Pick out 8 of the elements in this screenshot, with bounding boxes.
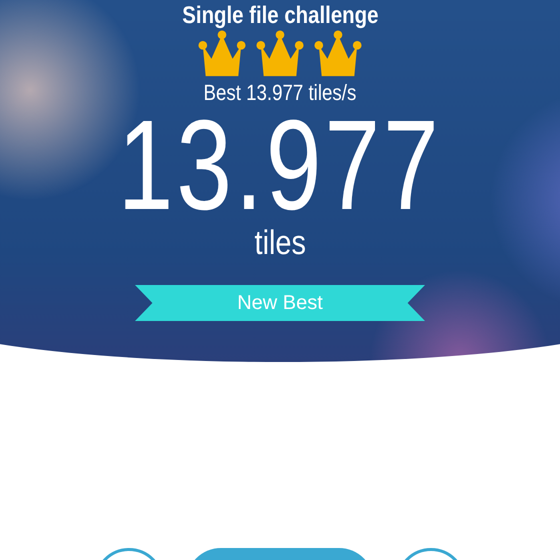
challenge-title: Single file challenge bbox=[182, 2, 378, 30]
score-unit: tiles bbox=[254, 224, 306, 263]
score-value: 13.977 bbox=[118, 108, 442, 224]
new-best-ribbon: New Best bbox=[135, 285, 425, 321]
crown-icon bbox=[197, 30, 247, 78]
crown-icon bbox=[313, 30, 363, 78]
best-score: Best 13.977 tiles/s bbox=[204, 80, 356, 106]
crown-icon bbox=[255, 30, 305, 78]
